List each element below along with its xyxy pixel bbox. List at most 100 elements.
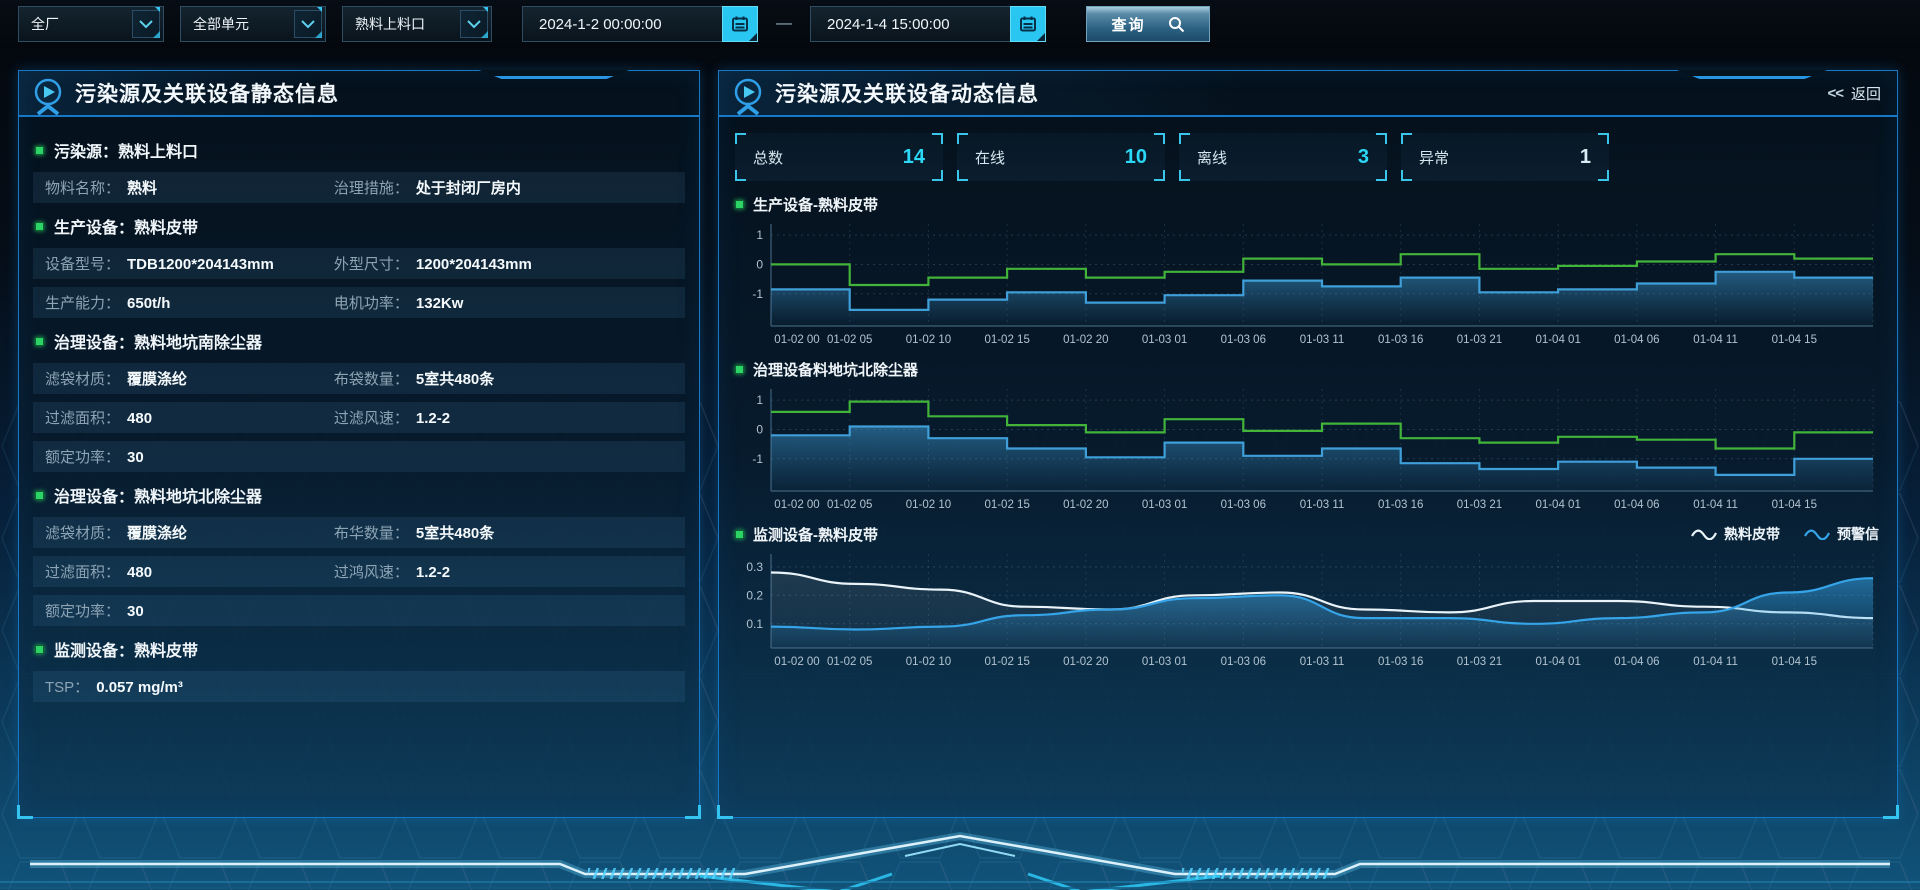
green-square-icon [735, 365, 744, 374]
kv-value: 熟料 [127, 177, 157, 198]
kv-cell: TSP：0.057 mg/m³ [45, 676, 334, 697]
kv-label: 治理措施： [334, 177, 409, 198]
kv-cell: 布华数量：5室共480条 [334, 522, 494, 543]
kv-label: 过滤面积： [45, 561, 120, 582]
unit-select[interactable]: 全部单元 [180, 6, 326, 42]
chart-title: 监测设备-熟料皮带 [753, 524, 878, 545]
stat-box-3: 异常1 [1401, 133, 1609, 181]
calendar-icon[interactable] [722, 6, 758, 42]
wave-icon [1691, 528, 1717, 540]
corner-bracket [1179, 170, 1190, 181]
x-tick-label: 01-04 01 [1535, 656, 1580, 668]
kv-value: 30 [127, 449, 144, 466]
kv-label: 过鸿风速： [334, 561, 409, 582]
date-from-input[interactable]: 2024-1-2 00:00:00 [522, 6, 758, 42]
date-to-input[interactable]: 2024-1-4 15:00:00 [810, 6, 1046, 42]
hatch-stripes [588, 868, 738, 879]
back-button[interactable]: << 返回 [1827, 83, 1881, 104]
table-row: 物料名称：熟料治理措施：处于封闭厂房内 [33, 172, 685, 203]
stat-box-0: 总数14 [735, 133, 943, 181]
static-panel-header: 污染源及关联设备静态信息 [19, 71, 699, 117]
x-tick-label: 01-03 21 [1457, 656, 1502, 668]
corner-bracket [1376, 170, 1387, 181]
corner-bracket [957, 170, 968, 181]
x-tick-label: 01-02 10 [906, 656, 951, 668]
plant-select-value: 全厂 [31, 14, 59, 34]
kv-value: 覆膜涤纶 [127, 522, 187, 543]
stat-value: 3 [1358, 146, 1369, 169]
calendar-icon[interactable] [1010, 6, 1046, 42]
table-row: 过滤面积：480过滤风速： 1.2-2 [33, 402, 685, 433]
y-tick-label: 1 [756, 393, 763, 407]
legend-label: 预警信 [1837, 524, 1879, 544]
kv-label: 额定功率： [45, 600, 120, 621]
x-tick-label: 01-02 05 [827, 334, 872, 346]
x-tick-label: 01-02 05 [827, 656, 872, 668]
kv-cell: 过鸿风速：1.2-2 [334, 561, 450, 582]
table-row: TSP：0.057 mg/m³ [33, 671, 685, 702]
query-button-label: 查询 [1111, 14, 1145, 35]
kv-value: 0.057 mg/m³ [96, 679, 183, 696]
kv-value: 1.2-2 [416, 410, 450, 427]
kv-cell: 过滤风速： 1.2-2 [334, 407, 450, 428]
x-tick-label: 01-04 15 [1772, 334, 1817, 346]
x-tick-label: 01-03 06 [1221, 499, 1266, 511]
wave-icon [1804, 528, 1830, 540]
table-row: 设备型号：TDB1200*204143mm外型尺寸：1200*204143mm [33, 248, 685, 279]
x-tick-label: 01-02 00 [774, 656, 819, 668]
footer-decoration [0, 818, 1920, 890]
kv-cell: 过滤面积：480 [45, 407, 334, 428]
kv-value: 5室共480条 [416, 368, 494, 389]
kv-cell: 额定功率：30 [45, 446, 334, 467]
kv-label: 过滤风速： [334, 407, 409, 428]
chevron-down-icon [294, 10, 322, 38]
chevron-down-icon [132, 10, 160, 38]
section-heading-text: 污染源：熟料上料口 [54, 138, 198, 162]
corner-bracket [1598, 133, 1609, 144]
page-title: 污染源及关联设备静态信息 [75, 78, 339, 108]
kv-cell: 外型尺寸：1200*204143mm [334, 253, 532, 274]
x-tick-label: 01-03 21 [1457, 334, 1502, 346]
stat-box-2: 离线 3 [1179, 133, 1387, 181]
kv-cell: 生产能力：650t/h [45, 292, 334, 313]
x-tick-label: 01-04 06 [1614, 334, 1659, 346]
date-from-value: 2024-1-2 00:00:00 [523, 16, 723, 33]
dynamic-info-panel: 污染源及关联设备动态信息 << 返回 总数14在线10离线3异常1 生产设备-熟… [718, 70, 1898, 818]
stat-label: 离线 [1197, 147, 1227, 168]
kv-label: 滤袋材质： [45, 522, 120, 543]
section-heading-text: 监测设备：熟料皮带 [54, 637, 198, 661]
kv-cell: 电机功率：132Kw [334, 292, 464, 313]
hatch-stripes [1182, 868, 1332, 879]
kv-value: 覆膜涤纶 [127, 368, 187, 389]
kv-label: 物料名称： [45, 177, 120, 198]
green-square-icon [735, 200, 744, 209]
kv-label: 生产能力： [45, 292, 120, 313]
x-tick-label: 01-03 06 [1221, 656, 1266, 668]
legend-label: 熟料皮带 [1724, 524, 1780, 544]
legend: 熟料皮带 预警信 [1691, 524, 1881, 544]
unit-select-value: 全部单元 [193, 14, 249, 34]
point-select[interactable]: 熟料上料口 [342, 6, 492, 42]
x-tick-label: 01-03 01 [1142, 656, 1187, 668]
stat-value: 10 [1125, 146, 1147, 169]
table-row: 额定功率：30 [33, 441, 685, 472]
x-tick-label: 01-03 16 [1378, 334, 1423, 346]
x-tick-label: 01-03 16 [1378, 656, 1423, 668]
x-tick-label: 01-02 15 [984, 656, 1029, 668]
x-tick-label: 01-03 01 [1142, 499, 1187, 511]
y-tick-label: 0 [756, 257, 763, 271]
kv-value: 30 [127, 603, 144, 620]
x-tick-label: 01-03 06 [1221, 334, 1266, 346]
y-tick-label: 0.2 [746, 588, 763, 602]
query-button[interactable]: 查询 [1086, 6, 1210, 42]
corner-bracket [1154, 170, 1165, 181]
static-info-list: 污染源：熟料上料口物料名称：熟料治理措施：处于封闭厂房内生产设备：熟料皮带设备型… [19, 117, 699, 702]
table-row: 滤袋材质： 覆膜涤纶 布华数量：5室共480条 [33, 517, 685, 548]
chart-block-0: 生产设备-熟料皮带10-101-02 0001-02 0501-02 1001-… [735, 191, 1881, 350]
dynamic-panel-header: 污染源及关联设备动态信息 << 返回 [719, 71, 1897, 117]
chart-head: 生产设备-熟料皮带 [735, 191, 1881, 217]
plant-select[interactable]: 全厂 [18, 6, 164, 42]
kv-cell: 物料名称： 熟料 [45, 177, 334, 198]
chart-block-2: 监测设备-熟料皮带熟料皮带预警信0.30.20.101-02 0001-02 0… [735, 521, 1881, 672]
table-row: 过滤面积：480过鸿风速：1.2-2 [33, 556, 685, 587]
